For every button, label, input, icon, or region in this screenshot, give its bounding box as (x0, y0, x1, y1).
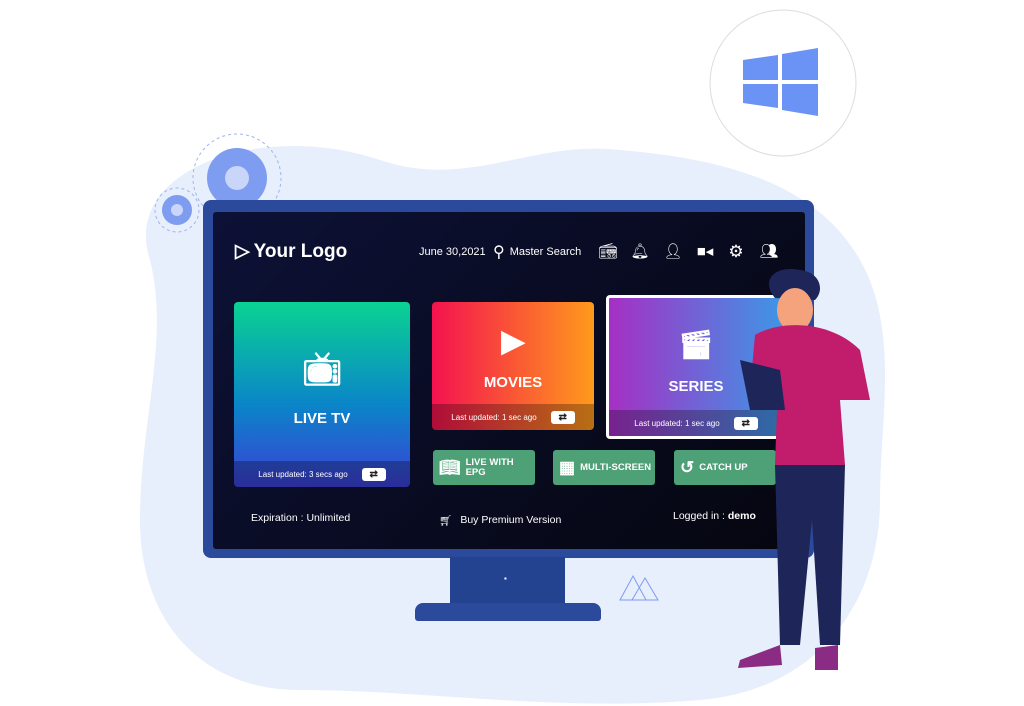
record-icon[interactable]: ■◂ (695, 242, 715, 262)
master-search-button[interactable]: ⚲ Master Search (493, 242, 581, 262)
live-tv-title: LIVE TV (293, 410, 351, 427)
tv-icon: 📺︎ (301, 351, 343, 387)
radio-icon[interactable]: 📻︎ (598, 242, 618, 262)
gear-icon[interactable]: ⚙ (726, 242, 746, 262)
monitor-stand: ▪ (450, 557, 565, 605)
live-tv-updated: Last updated: 3 secs ago (258, 469, 348, 479)
play-circle-icon: ▶︎ (501, 325, 525, 358)
series-updated: Last updated: 1 sec ago (634, 418, 720, 428)
search-icon: ⚲ (493, 244, 505, 261)
bell-icon[interactable]: 🔔︎ (630, 242, 650, 262)
date-label: June 30,2021 (419, 246, 486, 258)
live-tv-card[interactable]: 📺︎ LIVE TV Last updated: 3 secs ago ⇄ (234, 302, 410, 487)
windows-logo-icon (709, 9, 857, 157)
cart-icon: 🛒︎ (439, 515, 453, 527)
book-info-icon: 📖︎ (439, 458, 461, 477)
live-with-epg-button[interactable]: 📖︎ LIVE WITH EPG (433, 450, 535, 485)
history-icon: ↺ (680, 457, 695, 477)
play-logo-icon: ▷ (235, 241, 250, 262)
movies-card[interactable]: ▶︎ MOVIES Last updated: 1 sec ago ⇄ (432, 302, 594, 430)
grid-icon: ▦ (559, 457, 576, 477)
buy-premium-button[interactable]: 🛒︎ Buy Premium Version (439, 514, 561, 527)
refresh-icon[interactable]: ⇄ (550, 410, 575, 424)
app-screen: ▷ Your Logo June 30,2021 ⚲ Master Search 📻… (213, 212, 805, 549)
person-illustration (738, 269, 870, 670)
refresh-icon[interactable]: ⇄ (361, 467, 386, 481)
monitor-base (415, 603, 601, 621)
app-logo[interactable]: ▷ Your Logo (235, 240, 347, 263)
switch-user-icon[interactable]: 👥︎ (759, 242, 779, 262)
movies-title: MOVIES (483, 374, 543, 391)
movies-updated: Last updated: 1 sec ago (451, 412, 537, 422)
expiration-label: Expiration : Unlimited (251, 512, 351, 524)
user-icon[interactable]: 👤︎ (663, 242, 683, 262)
multi-screen-button[interactable]: ▦ MULTI-SCREEN (553, 450, 655, 485)
